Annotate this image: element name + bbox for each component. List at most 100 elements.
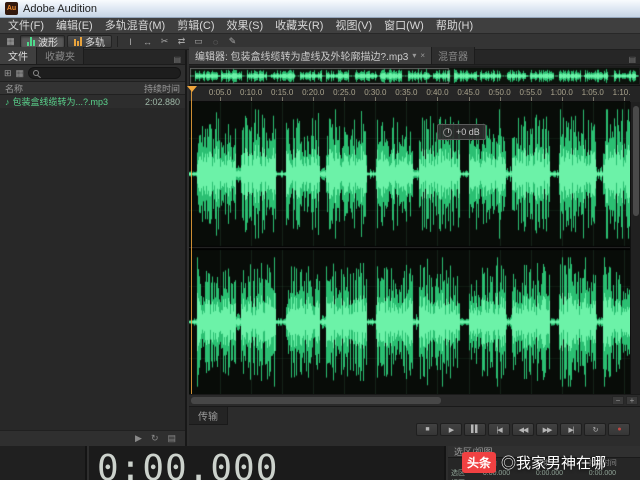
ruler-tick — [251, 97, 252, 101]
ruler-label: 0:40.0 — [426, 88, 448, 97]
loop-playback-icon[interactable]: ↻ — [151, 433, 159, 444]
menu-item[interactable]: 帮助(H) — [430, 18, 479, 34]
ruler-tick — [344, 97, 345, 101]
vertical-scrollbar[interactable] — [630, 102, 640, 394]
ruler-tick — [220, 97, 221, 101]
ruler-tick — [437, 97, 438, 101]
menu-item[interactable]: 文件(F) — [2, 18, 50, 34]
files-panel-menu-icon[interactable]: ▤ — [169, 55, 185, 64]
app-icon: Au — [5, 2, 18, 15]
editor-tab-label: 编辑器: 包装盒线缆转为虚线及外轮廓描边?.mp3 — [195, 48, 408, 63]
ruler-label: 0:50.0 — [488, 88, 510, 97]
transport-rewind-button[interactable]: ◀◀ — [512, 423, 534, 436]
ruler-tick — [375, 97, 376, 101]
ruler-tick — [593, 97, 594, 101]
transport-loop-button[interactable]: ↻ — [584, 423, 606, 436]
editor-panel-menu-icon[interactable]: ▤ — [624, 55, 640, 64]
toolbar-separator — [117, 36, 118, 47]
menu-item[interactable]: 剪辑(C) — [171, 18, 220, 34]
toutiao-logo: 头条 — [462, 452, 496, 473]
playhead-line — [191, 86, 192, 394]
file-name: 包装盒线缆转为...?.mp3 — [13, 95, 109, 108]
menu-item[interactable]: 窗口(W) — [378, 18, 430, 34]
time-display-panel: 0:00.000 — [89, 446, 446, 480]
transport-stop-button[interactable]: ■ — [416, 423, 438, 436]
move-tool-icon[interactable]: ↔ — [140, 35, 155, 48]
tab-editor[interactable]: 编辑器: 包装盒线缆转为虚线及外轮廓描边?.mp3 ▾ × — [189, 47, 432, 64]
razor-tool-icon[interactable]: ✂ — [157, 35, 172, 48]
column-name[interactable]: 名称 — [5, 82, 23, 95]
file-search-box[interactable] — [28, 67, 181, 79]
volume-hud-value: +0 dB — [456, 127, 480, 137]
ruler-tick — [406, 97, 407, 101]
multitrack-button-label: 多轨 — [85, 34, 105, 49]
ruler-label: 1:10.0 — [613, 88, 630, 97]
time-selection-tool-icon[interactable]: I — [123, 35, 138, 48]
menu-item[interactable]: 编辑(E) — [50, 18, 99, 34]
ruler-label: 0:55.0 — [519, 88, 541, 97]
overview-canvas[interactable] — [190, 68, 639, 84]
timeline-ruler[interactable]: 0:05.00:10.00:15.00:20.00:25.00:30.00:35… — [189, 86, 630, 102]
ruler-tick — [531, 97, 532, 101]
menu-item[interactable]: 多轨混音(M) — [99, 18, 172, 34]
open-file-icon[interactable]: ▦ — [16, 68, 25, 79]
media-filter-icon[interactable]: ▤ — [167, 433, 176, 444]
transport-play-button[interactable]: ▶ — [440, 423, 462, 436]
ruler-tick — [313, 97, 314, 101]
zoom-out-icon[interactable]: − — [612, 396, 624, 405]
menu-item[interactable]: 效果(S) — [221, 18, 270, 34]
menu-item[interactable]: 视图(V) — [329, 18, 378, 34]
files-panel: 文件 收藏夹 ▤ ⊞ ▦ 名称 持续时间 ♪ 包装盒线缆转为...?.mp3 2… — [0, 50, 187, 446]
ruler-label: 0:20.0 — [302, 88, 324, 97]
file-row[interactable]: ♪ 包装盒线缆转为...?.mp3 2:02.880 — [0, 95, 185, 108]
transport-record-button[interactable]: ● — [608, 423, 630, 436]
files-column-headers[interactable]: 名称 持续时间 — [0, 82, 185, 95]
audio-file-icon: ♪ — [5, 97, 10, 107]
ruler-label: 1:00.0 — [551, 88, 573, 97]
watermark-handle: ◎我家男神在哪 — [501, 452, 606, 473]
import-file-icon[interactable]: ⊞ — [4, 68, 12, 79]
watermark: 头条 ◎我家男神在哪 — [462, 452, 606, 473]
close-icon[interactable]: × — [420, 51, 425, 60]
window-title: Adobe Audition — [23, 3, 97, 15]
editor-tabs: 编辑器: 包装盒线缆转为虚线及外轮廓描边?.mp3 ▾ × 混音器 ▤ — [189, 50, 640, 65]
zoom-in-icon[interactable]: + — [626, 396, 638, 405]
slip-tool-icon[interactable]: ⇄ — [174, 35, 189, 48]
ruler-tick — [469, 97, 470, 101]
volume-knob-icon[interactable] — [443, 128, 452, 137]
tab-files[interactable]: 文件 — [0, 47, 37, 64]
editor-panel: 编辑器: 包装盒线缆转为虚线及外轮廓描边?.mp3 ▾ × 混音器 ▤ 0:05… — [189, 50, 640, 446]
ruler-label: 0:15.0 — [271, 88, 293, 97]
file-search-input[interactable] — [42, 68, 176, 78]
transport-tab-label[interactable]: 传输 — [189, 407, 228, 425]
transport-buttons: ■▶▌▌|◀◀◀▶▶▶|↻● — [416, 423, 630, 436]
volume-hud[interactable]: +0 dB — [437, 124, 486, 140]
transport-pause-button[interactable]: ▌▌ — [464, 423, 486, 436]
files-toolbar: ⊞ ▦ — [0, 65, 185, 82]
transport-fast-forward-button[interactable]: ▶▶ — [536, 423, 558, 436]
waveform-canvas[interactable] — [189, 102, 630, 394]
menu-item[interactable]: 收藏夹(R) — [269, 18, 329, 34]
chevron-down-icon[interactable]: ▾ — [412, 51, 416, 60]
ruler-label: 0:30.0 — [364, 88, 386, 97]
ruler-label: 0:45.0 — [457, 88, 479, 97]
menubar: 文件(F)编辑(E)多轨混音(M)剪辑(C)效果(S)收藏夹(R)视图(V)窗口… — [0, 18, 640, 34]
files-panel-tabs: 文件 收藏夹 ▤ — [0, 50, 185, 65]
ruler-tick — [624, 97, 625, 101]
tab-mixer[interactable]: 混音器 — [432, 47, 475, 64]
column-duration[interactable]: 持续时间 — [144, 82, 180, 95]
horizontal-scroll-thumb[interactable] — [191, 397, 441, 404]
tab-favorites[interactable]: 收藏夹 — [37, 47, 84, 64]
search-icon — [33, 70, 39, 76]
vertical-scrollbar-thumb[interactable] — [633, 106, 639, 216]
transport-skip-forward-button[interactable]: ▶| — [560, 423, 582, 436]
playhead-handle[interactable] — [187, 86, 197, 92]
ruler-tick — [562, 97, 563, 101]
zoom-navigator[interactable] — [189, 66, 640, 86]
waveform-display[interactable] — [189, 102, 630, 394]
titlebar[interactable]: Au Adobe Audition — [0, 0, 640, 18]
horizontal-zoom-bar[interactable]: − + — [189, 394, 640, 406]
autoplay-icon[interactable]: ▶ — [135, 433, 142, 444]
transport-skip-back-button[interactable]: |◀ — [488, 423, 510, 436]
ruler-label: 0:25.0 — [333, 88, 355, 97]
